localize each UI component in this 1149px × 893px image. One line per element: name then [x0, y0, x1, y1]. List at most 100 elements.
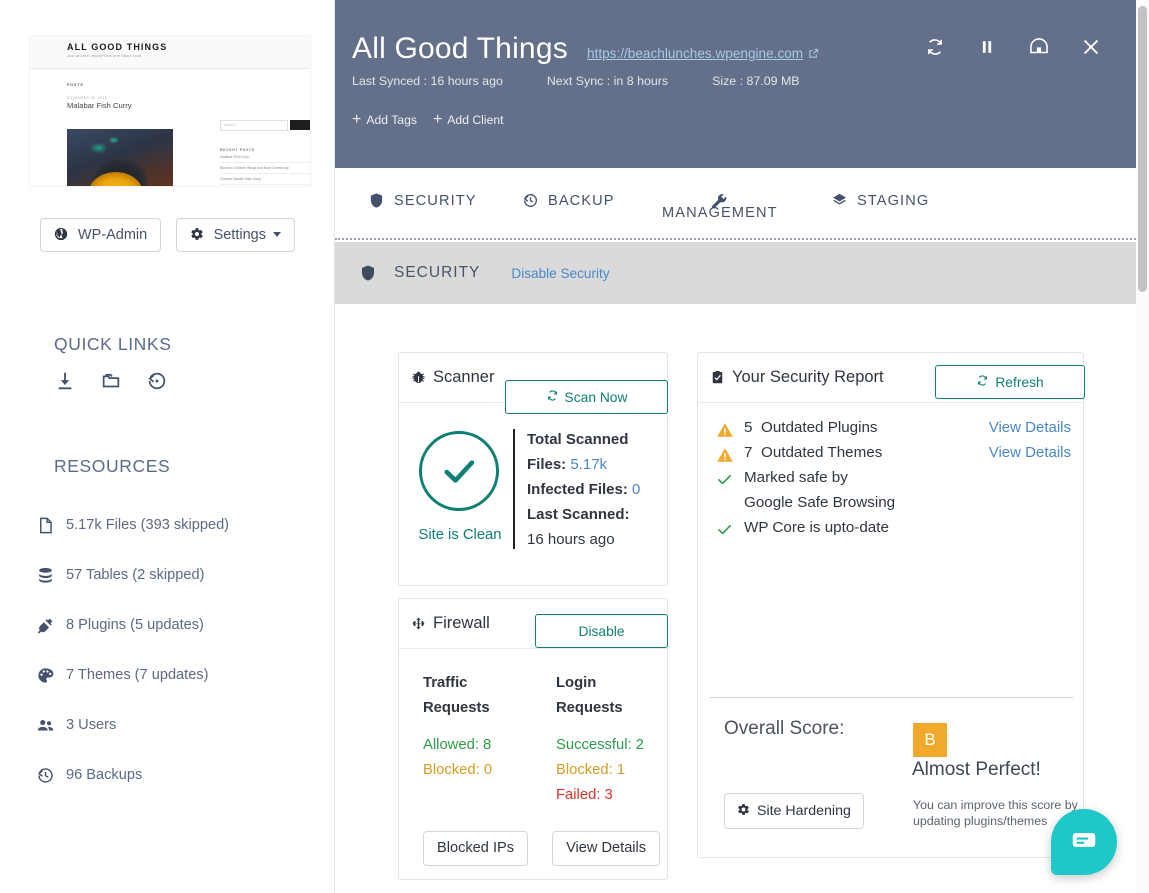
- settings-button[interactable]: Settings: [175, 218, 295, 252]
- scanner-stats: Total Scanned Files: 5.17k Infected File…: [527, 427, 640, 552]
- security-report-refresh-button[interactable]: Refresh: [935, 365, 1085, 399]
- traffic-allowed: Allowed: 8: [423, 737, 492, 753]
- tab-management[interactable]: MANAGEMENT: [662, 192, 778, 221]
- traffic-blocked: Blocked: 0: [423, 762, 493, 778]
- scanner-card: Scanner Scan Now Site is Clean Total Sca…: [398, 352, 668, 586]
- login-heading-line1: Login: [556, 675, 597, 691]
- section-title: SECURITY: [394, 264, 481, 281]
- close-icon[interactable]: [1078, 34, 1104, 60]
- thumbnail-body: POSTS NOVEMBER 28, 2018 Malabar Fish Cur…: [30, 69, 310, 110]
- content-area: Scanner Scan Now Site is Clean Total Sca…: [335, 304, 1136, 893]
- login-heading-line2: Requests: [556, 700, 623, 716]
- add-tags-button[interactable]: + Add Tags: [352, 112, 417, 128]
- total-scanned-label: Total Scanned: [527, 431, 629, 448]
- thumbnail-header: ALL GOOD THINGS Just another WordPress s…: [30, 36, 310, 69]
- list-item[interactable]: 3 Users: [36, 700, 326, 750]
- check-circle-icon: [419, 431, 499, 511]
- toolbox-icon[interactable]: [1026, 34, 1052, 60]
- list-item: Huevos Rancheros: [220, 185, 310, 186]
- firewall-disable-button[interactable]: Disable: [535, 614, 668, 648]
- traffic-requests-column: Traffic Requests Allowed: 8 Blocked: 0: [423, 671, 492, 783]
- shield-icon: [368, 192, 385, 209]
- view-details-link[interactable]: View Details: [989, 419, 1071, 436]
- security-report-title: Your Security Report: [710, 368, 884, 387]
- google-safe-browsing-line2: Google Safe Browsing: [744, 494, 896, 511]
- wp-admin-button[interactable]: WP-Admin: [40, 218, 162, 252]
- warning-icon: [716, 444, 744, 464]
- security-report-title-label: Your Security Report: [732, 368, 884, 386]
- scanner-title: Scanner: [411, 368, 494, 387]
- list-item: Malabar Fish Curry: [220, 152, 310, 163]
- pause-icon[interactable]: [974, 34, 1000, 60]
- firewall-buttons: Blocked IPs View Details: [423, 831, 661, 866]
- thumbnail-post-date: NOVEMBER 28, 2018: [67, 96, 108, 100]
- list-item[interactable]: 8 Plugins (5 updates): [36, 600, 326, 650]
- firewall-card: Firewall Disable Traffic Requests Allowe…: [398, 598, 668, 880]
- bug-icon: [411, 370, 426, 385]
- resource-label: 57 Tables (2 skipped): [66, 567, 205, 583]
- firewall-title: Firewall: [411, 614, 490, 633]
- last-scanned-value: 16 hours ago: [527, 531, 615, 548]
- score-message: Almost Perfect!: [912, 759, 1041, 780]
- resource-label: 7 Themes (7 updates): [66, 667, 209, 683]
- login-successful: Successful: 2: [556, 737, 645, 753]
- security-report-list: 5 Outdated Plugins View Details 7 Outdat…: [716, 419, 1071, 544]
- security-report-header: Your Security Report Refresh: [698, 353, 1085, 403]
- disable-security-link[interactable]: Disable Security: [511, 266, 609, 281]
- outdated-plugins-count: 5: [744, 419, 753, 436]
- header-actions: [922, 34, 1104, 60]
- wordpress-icon: [54, 226, 72, 242]
- tab-backup[interactable]: BACKUP: [522, 192, 615, 209]
- blocked-ips-button[interactable]: Blocked IPs: [423, 831, 529, 866]
- list-item: WP Core is upto-date: [716, 519, 1071, 544]
- wp-admin-label: WP-Admin: [77, 227, 148, 243]
- infected-files-value: 0: [632, 481, 641, 498]
- settings-label: Settings: [213, 227, 266, 243]
- add-client-button[interactable]: + Add Client: [433, 112, 504, 128]
- chat-bubble[interactable]: [1051, 809, 1117, 875]
- download-icon[interactable]: [54, 370, 76, 392]
- page-scrollbar-thumb[interactable]: [1138, 6, 1147, 292]
- app-root: ALL GOOD THINGS Just another WordPress s…: [0, 0, 1149, 893]
- site-url-text: https://beachlunches.wpengine.com: [587, 46, 804, 61]
- scan-status-label: Site is Clean: [418, 527, 502, 543]
- list-item[interactable]: 7 Themes (7 updates): [36, 650, 326, 700]
- thumbnail-search-placeholder: Search ...: [224, 123, 239, 127]
- check-icon: [716, 469, 744, 488]
- restore-icon[interactable]: [146, 370, 168, 392]
- gear-icon: [737, 803, 750, 819]
- thumbnail-search-button: [290, 120, 310, 130]
- quick-links-heading: QUICK LINKS: [54, 334, 172, 354]
- page-scrollbar-track[interactable]: [1136, 0, 1149, 893]
- add-tags-label: Add Tags: [366, 113, 417, 127]
- view-details-link[interactable]: View Details: [989, 444, 1071, 461]
- security-report-card: Your Security Report Refresh 5 Outdated …: [697, 352, 1085, 858]
- sidebar-button-row: WP-Admin Settings: [0, 218, 335, 252]
- list-item[interactable]: 5.17k Files (393 skipped): [36, 500, 326, 550]
- external-link-icon: [808, 47, 819, 62]
- site-url-link[interactable]: https://beachlunches.wpengine.com: [587, 46, 819, 62]
- list-item: Chicken Noodle Miso Soup: [220, 174, 310, 185]
- resource-label: 5.17k Files (393 skipped): [66, 517, 230, 533]
- plus-icon: +: [352, 111, 362, 128]
- divider: [513, 429, 515, 549]
- tab-label: SECURITY: [394, 192, 477, 209]
- thumbnail-post-title: Malabar Fish Curry: [67, 101, 132, 110]
- list-item[interactable]: 57 Tables (2 skipped): [36, 550, 326, 600]
- firewall-view-details-button[interactable]: View Details: [552, 831, 661, 866]
- tab-staging[interactable]: STAGING: [831, 192, 929, 209]
- site-thumbnail[interactable]: ALL GOOD THINGS Just another WordPress s…: [30, 36, 310, 186]
- tab-label: STAGING: [857, 192, 930, 209]
- tab-security[interactable]: SECURITY: [368, 192, 477, 209]
- sync-icon[interactable]: [922, 34, 948, 60]
- list-item: 5 Outdated Plugins View Details: [716, 419, 1071, 444]
- list-item[interactable]: 96 Backups: [36, 750, 326, 800]
- thumbnail-sidebar: Search ... RECENT POSTS Malabar Fish Cur…: [220, 120, 310, 186]
- folder-icon[interactable]: [100, 370, 122, 392]
- login-requests-column: Login Requests Successful: 2 Blocked: 1 …: [556, 671, 644, 808]
- site-hardening-button[interactable]: Site Hardening: [724, 793, 864, 830]
- traffic-heading-line2: Requests: [423, 700, 490, 716]
- page-title: All Good Things: [352, 32, 568, 65]
- status-badge: B: [913, 723, 947, 757]
